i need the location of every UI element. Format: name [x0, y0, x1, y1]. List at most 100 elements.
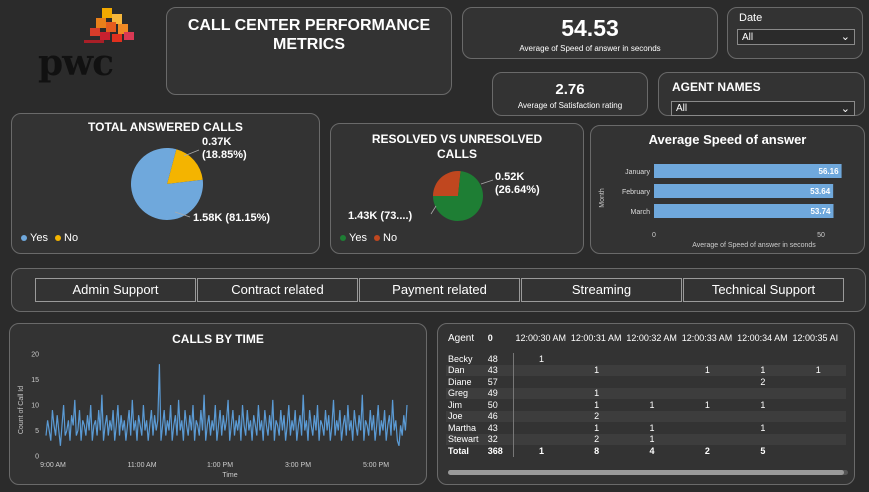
table-cell: 1: [649, 399, 655, 410]
col-header[interactable]: 12:00:33 AM: [680, 330, 735, 346]
date-filter-card: Date All ⌄: [727, 7, 863, 59]
data-label: 56.16: [819, 167, 840, 176]
table-cell: [791, 411, 846, 423]
table-cell: [735, 353, 790, 365]
legend-no[interactable]: No: [64, 232, 78, 244]
table-cell: [514, 376, 569, 388]
resolved-calls-card: RESOLVED VS UNRESOLVED CALLS 0.52K (26.6…: [330, 123, 584, 254]
table-cell: 1: [649, 422, 655, 433]
row-agent: Total: [448, 445, 469, 456]
table-row: Greg 49 1: [446, 387, 846, 400]
table-cell: [735, 434, 790, 446]
topic-payment-related[interactable]: Payment related: [359, 278, 520, 302]
col-header[interactable]: 12:00:32 AM: [624, 330, 679, 346]
scrollbar-thumb[interactable]: [448, 470, 844, 475]
agent-filter-dropdown[interactable]: All ⌄: [671, 101, 855, 116]
col-header[interactable]: Agent: [446, 330, 486, 346]
pie-label-no-value: 0.37K: [202, 136, 232, 148]
legend-dot-no: [374, 235, 381, 242]
pie-legend: Yes No: [340, 232, 397, 244]
category-label: January: [625, 169, 650, 176]
table-cell: 48: [485, 353, 514, 365]
kpi-speed-card: 54.53 Average of Speed of answer in seco…: [462, 7, 718, 59]
table-cell: [624, 353, 679, 365]
table-cell: [514, 411, 569, 423]
pie-label-yes: 1.58K (81.15%): [193, 212, 271, 224]
row-agent: Diane: [448, 376, 472, 387]
table-cell: [514, 399, 569, 411]
table-cell: 57: [485, 376, 514, 388]
table-cell: [514, 388, 569, 400]
table-cell: [569, 376, 624, 388]
col-header[interactable]: 12:00:34 AM: [735, 330, 790, 346]
table-cell: [791, 399, 846, 411]
table-cell: 49: [485, 387, 514, 399]
col-header[interactable]: 12:00:31 AM: [569, 330, 624, 346]
table-cell: [680, 388, 735, 400]
table-cell: 5: [760, 445, 766, 456]
topic-technical-support[interactable]: Technical Support: [683, 278, 844, 302]
table-cell: 46: [485, 410, 514, 422]
date-filter-value: All: [742, 32, 754, 43]
kpi-satisfaction-card: 2.76 Average of Satisfaction rating: [492, 72, 648, 116]
legend-no[interactable]: No: [383, 232, 397, 244]
table-cell: [624, 365, 679, 377]
topic-streaming[interactable]: Streaming: [521, 278, 682, 302]
table-cell: 2: [760, 376, 766, 387]
pie-label-no: 0.52K (26.64%): [495, 171, 540, 197]
table-cell: 1: [538, 353, 544, 364]
row-agent: Greg: [448, 388, 469, 399]
series-line: [45, 364, 408, 446]
pwc-logo: pwc: [30, 6, 145, 86]
table-cell: [735, 411, 790, 423]
legend-yes[interactable]: Yes: [30, 232, 48, 244]
x-tick: 1:00 PM: [207, 462, 233, 469]
table-cell: [791, 388, 846, 400]
col-header[interactable]: 0: [486, 330, 514, 346]
table-cell: 1: [704, 399, 710, 410]
agent-matrix-card: Agent 0 12:00:30 AM 12:00:31 AM 12:00:32…: [437, 323, 855, 485]
table-cell: [791, 376, 846, 388]
table-cell: 1: [538, 445, 544, 456]
bar-february[interactable]: [654, 184, 834, 198]
agent-matrix: Agent 0 12:00:30 AM 12:00:31 AM 12:00:32…: [446, 330, 846, 457]
title-card: CALL CENTER PERFORMANCE METRICS: [166, 7, 452, 95]
legend-dot-yes: [340, 235, 346, 242]
pie-label-no-percent: (18.85%): [202, 149, 247, 161]
horizontal-scrollbar[interactable]: [448, 470, 848, 475]
table-cell: [791, 445, 846, 457]
legend-yes[interactable]: Yes: [349, 232, 367, 244]
date-filter-dropdown[interactable]: All ⌄: [737, 29, 855, 45]
table-cell: 2: [594, 434, 600, 445]
pie-label-no: 0.37K (18.85%): [202, 136, 247, 162]
table-cell: [514, 434, 569, 446]
bar-january[interactable]: [654, 164, 842, 178]
table-cell: 1: [760, 399, 766, 410]
pie-label-yes: 1.43K (73....): [348, 210, 413, 222]
topic-contract-related[interactable]: Contract related: [197, 278, 358, 302]
pie-slice-no[interactable]: [433, 171, 461, 196]
x-tick: 11:00 AM: [127, 462, 156, 469]
table-cell: 1: [594, 388, 600, 399]
row-agent: Becky: [448, 353, 473, 364]
col-header[interactable]: 12:00:30 AM: [514, 330, 569, 346]
agent-filter-value: All: [676, 103, 688, 114]
legend-dot-no: [55, 235, 62, 242]
table-cell: 43: [485, 364, 514, 376]
page-title-line-1: CALL CENTER PERFORMANCE: [187, 17, 431, 34]
col-header[interactable]: 12:00:35 AI: [791, 330, 846, 346]
y-tick: 15: [31, 377, 39, 384]
table-cell: 1: [760, 422, 766, 433]
date-filter-title: Date: [739, 12, 763, 24]
table-cell: [791, 353, 846, 365]
table-cell: [680, 411, 735, 423]
table-cell: [680, 376, 735, 388]
topic-admin-support[interactable]: Admin Support: [35, 278, 196, 302]
bar-march[interactable]: [654, 204, 834, 218]
data-label: 53.74: [810, 207, 831, 216]
y-tick: 10: [31, 403, 39, 410]
kpi-satisfaction-label: Average of Satisfaction rating: [517, 101, 623, 110]
y-axis-label: Month: [599, 188, 606, 208]
row-agent: Dan: [448, 365, 465, 376]
table-cell: 2: [594, 411, 600, 422]
